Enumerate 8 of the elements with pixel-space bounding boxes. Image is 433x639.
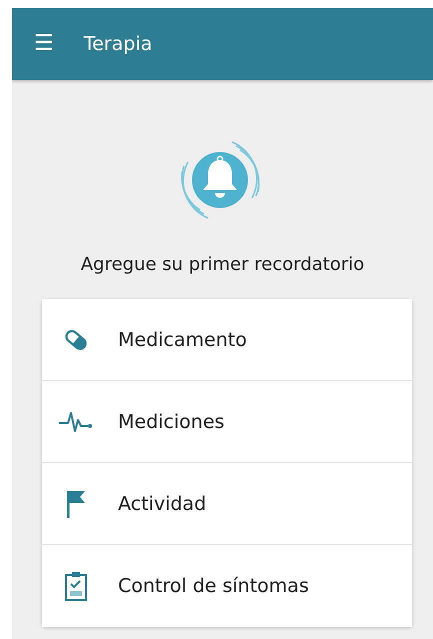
reminder-option[interactable]: Control de síntomas <box>42 545 412 627</box>
menu-button[interactable]: ☰ <box>34 33 54 55</box>
reminder-option[interactable]: Medicamento <box>42 299 412 381</box>
reminder-option[interactable]: Mediciones <box>42 381 412 463</box>
app-title: Terapia <box>84 33 152 55</box>
heartbeat-icon <box>58 410 94 434</box>
empty-state-heading: Agregue su primer recordatorio <box>80 254 364 275</box>
reminder-option[interactable]: Actividad <box>42 463 412 545</box>
